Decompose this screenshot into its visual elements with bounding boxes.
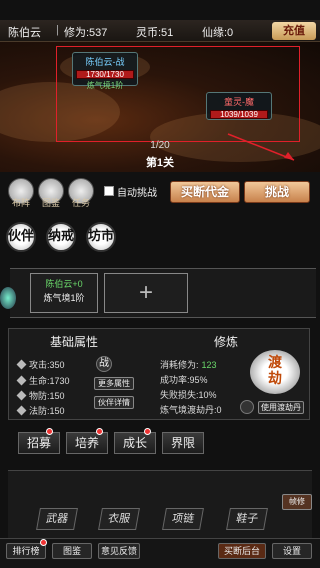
ranking-button[interactable]: 排行榜 (6, 543, 46, 559)
phys-def-value: 物防:150 (29, 391, 65, 401)
auto-challenge-checkbox[interactable] (104, 186, 114, 196)
partner-detail-button[interactable]: 伙伴详情 (94, 396, 134, 409)
weapon-slot[interactable]: 武器 (36, 508, 78, 530)
heart-icon (16, 375, 27, 386)
partner-name: 陈伯云+0 (45, 279, 83, 289)
magic-shield-icon (16, 405, 27, 416)
cultivate-title: 修炼 (214, 335, 239, 349)
top-status-bar: 陈伯云 | 修为:537 灵币:51 仙缘:0 充值 (0, 20, 320, 42)
notification-dot (144, 428, 151, 435)
stage-progress: 1/20 (150, 140, 170, 151)
buyout-voucher-button[interactable]: 买断代金 (170, 181, 240, 203)
shoes-slot[interactable]: 鞋子 (226, 508, 268, 530)
attack-value: 攻击:350 (29, 360, 65, 370)
partner-medal[interactable]: 伙伴 (6, 222, 36, 252)
hp-stat: 生命:1730 (16, 374, 70, 387)
feedback-button[interactable]: 意见反馈 (98, 543, 140, 559)
atlas-button[interactable]: 图鉴 (52, 543, 92, 559)
tribulation-button[interactable]: 渡劫 (250, 350, 300, 394)
train-button[interactable]: 培养 (66, 432, 108, 454)
use-pill-button[interactable]: 使用渡劫丹 (258, 401, 304, 414)
stage-level: 第1关 (145, 157, 175, 169)
recruit-button[interactable]: 招募 (18, 432, 60, 454)
limit-button[interactable]: 界限 (162, 432, 204, 454)
cost-value: 123 (201, 360, 217, 370)
divider: | (56, 24, 59, 36)
success-rate: 成功率:95% (160, 375, 208, 385)
auto-challenge-label: 自动挑战 (117, 188, 157, 199)
market-medal[interactable]: 坊市 (86, 222, 116, 252)
challenge-button[interactable]: 挑战 (244, 181, 310, 203)
clothes-slot[interactable]: 衣服 (98, 508, 140, 530)
cultivation-value: 修为:537 (64, 27, 108, 39)
ring-medal[interactable]: 纳戒 (46, 222, 76, 252)
magic-def-value: 法防:150 (29, 406, 65, 416)
pill-count: 炼气境渡劫丹:0 (160, 405, 222, 415)
more-stats-button[interactable]: 更多属性 (94, 377, 134, 390)
tribulation-char-2: 劫 (268, 371, 282, 387)
cost-row: 消耗修为: 123 (160, 358, 217, 371)
magic-def-stat: 法防:150 (16, 404, 65, 417)
pill-icon (240, 400, 254, 414)
add-partner-button[interactable]: + (104, 273, 188, 313)
task-label: 任务 (71, 198, 90, 208)
fail-loss: 失败损失:10% (160, 390, 217, 400)
player-name: 陈伯云 (8, 27, 41, 39)
settings-button[interactable]: 设置 (272, 543, 312, 559)
shield-icon (16, 390, 27, 401)
growth-button[interactable]: 成长 (114, 432, 156, 454)
side-tag-button[interactable]: 帧修 (282, 494, 312, 510)
necklace-slot[interactable]: 项链 (162, 508, 204, 530)
notification-dot (46, 428, 53, 435)
tribulation-char-1: 渡 (268, 355, 282, 371)
spirit-coin-value: 灵币:51 (136, 27, 174, 39)
immortal-jade-value: 仙缘:0 (202, 27, 234, 39)
formation-label: 布阵 (11, 198, 30, 208)
side-avatar-icon[interactable] (0, 287, 16, 309)
cost-label: 消耗修为: (160, 360, 199, 370)
notification-dot (96, 428, 103, 435)
hp-value: 生命:1730 (29, 376, 70, 386)
buyout-backend-button[interactable]: 买断后台 (218, 543, 266, 559)
phys-def-stat: 物防:150 (16, 389, 65, 402)
partner-realm: 炼气境1阶 (43, 293, 85, 303)
notification-dot (40, 539, 47, 546)
basic-stats-title: 基础属性 (50, 335, 99, 349)
highlight-rectangle (56, 46, 300, 142)
atlas-label: 图鉴 (41, 198, 60, 208)
recharge-button[interactable]: 充值 (272, 22, 316, 40)
fight-badge: 战 (96, 356, 112, 372)
attack-icon (16, 359, 27, 370)
attack-stat: 攻击:350 (16, 358, 65, 371)
